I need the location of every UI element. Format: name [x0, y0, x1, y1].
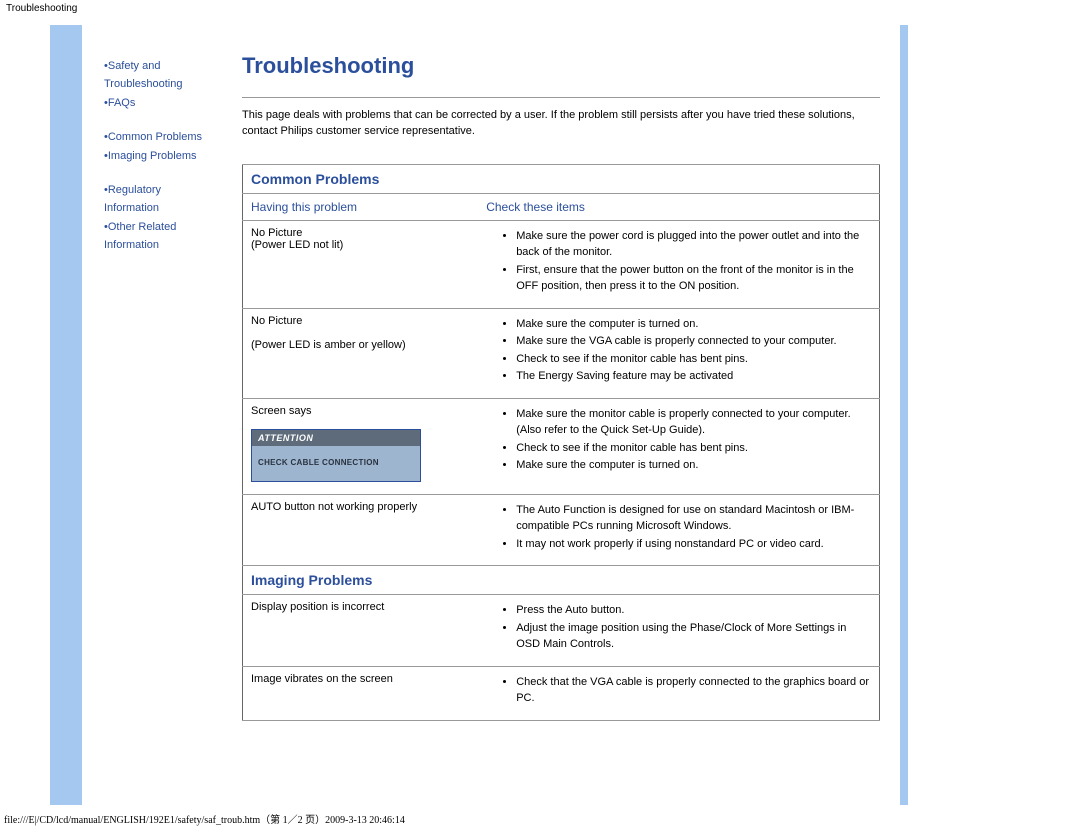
check-item: Make sure the power cord is plugged into… [516, 228, 871, 261]
check-item: Check to see if the monitor cable has be… [516, 440, 871, 457]
checks-cell: Make sure the monitor cable is properly … [478, 398, 879, 494]
sidebar-link[interactable]: •Common Problems [104, 128, 216, 148]
checks-cell: Make sure the computer is turned on.Make… [478, 308, 879, 398]
divider [242, 97, 880, 98]
check-item: It may not work properly if using nonsta… [516, 536, 871, 553]
check-item: The Auto Function is designed for use on… [516, 502, 871, 535]
sidebar-link[interactable]: •Imaging Problems [104, 147, 216, 167]
attention-body: CHECK CABLE CONNECTION [252, 446, 420, 481]
table-row: No Picture(Power LED is amber or yellow)… [243, 308, 880, 398]
check-item: Adjust the image position using the Phas… [516, 620, 871, 653]
decorative-stripe-left [50, 25, 82, 805]
intro-text: This page deals with problems that can b… [242, 108, 880, 140]
check-item: Press the Auto button. [516, 602, 871, 619]
problem-cell: AUTO button not working properly [243, 494, 479, 566]
table-row: No Picture(Power LED not lit) Make sure t… [243, 220, 880, 308]
troubleshooting-table: Common ProblemsHaving this problemCheck … [242, 164, 880, 721]
table-row: Image vibrates on the screen Check that t… [243, 666, 880, 720]
section-heading: Common Problems [251, 171, 871, 187]
check-item: Make sure the computer is turned on. [516, 457, 871, 474]
checks-cell: Check that the VGA cable is properly con… [478, 666, 879, 720]
sidebar-link[interactable]: •Regulatory Information [104, 181, 216, 218]
check-item: The Energy Saving feature may be activat… [516, 368, 871, 385]
checks-cell: Press the Auto button.Adjust the image p… [478, 595, 879, 667]
sidebar-link[interactable]: •FAQs [104, 94, 216, 114]
check-item: Check that the VGA cable is properly con… [516, 674, 871, 707]
checks-cell: The Auto Function is designed for use on… [478, 494, 879, 566]
sidebar-link[interactable]: •Other Related Information [104, 218, 216, 255]
page-title: Troubleshooting [242, 53, 880, 79]
check-item: Check to see if the monitor cable has be… [516, 351, 871, 368]
problem-cell: No Picture(Power LED is amber or yellow) [243, 308, 479, 398]
checks-cell: Make sure the power cord is plugged into… [478, 220, 879, 308]
check-item: Make sure the VGA cable is properly conn… [516, 333, 871, 350]
column-header-left: Having this problem [243, 193, 479, 220]
column-header-right: Check these items [478, 193, 879, 220]
problem-cell: No Picture(Power LED not lit) [243, 220, 479, 308]
decorative-stripe-right [900, 25, 908, 805]
check-item: Make sure the computer is turned on. [516, 316, 871, 333]
attention-box: ATTENTIONCHECK CABLE CONNECTION [251, 429, 421, 482]
problem-cell: Image vibrates on the screen [243, 666, 479, 720]
table-row: Display position is incorrectPress the A… [243, 595, 880, 667]
problem-cell: Screen saysATTENTIONCHECK CABLE CONNECTI… [243, 398, 479, 494]
check-item: Make sure the monitor cable is properly … [516, 406, 871, 439]
header-title: Troubleshooting [0, 0, 1080, 17]
sidebar-link[interactable]: •Safety and Troubleshooting [104, 57, 216, 94]
sidebar-nav: •Safety and Troubleshooting•FAQs •Common… [82, 25, 222, 805]
main-content: Troubleshooting This page deals with pro… [222, 25, 900, 805]
table-row: AUTO button not working properly The Auto… [243, 494, 880, 566]
footer-file-path: file:///E|/CD/lcd/manual/ENGLISH/192E1/s… [0, 811, 1080, 826]
check-item: First, ensure that the power button on t… [516, 262, 871, 295]
attention-title: ATTENTION [252, 430, 420, 446]
problem-cell: Display position is incorrect [243, 595, 479, 667]
table-row: Screen saysATTENTIONCHECK CABLE CONNECTI… [243, 398, 880, 494]
section-heading: Imaging Problems [251, 572, 871, 588]
